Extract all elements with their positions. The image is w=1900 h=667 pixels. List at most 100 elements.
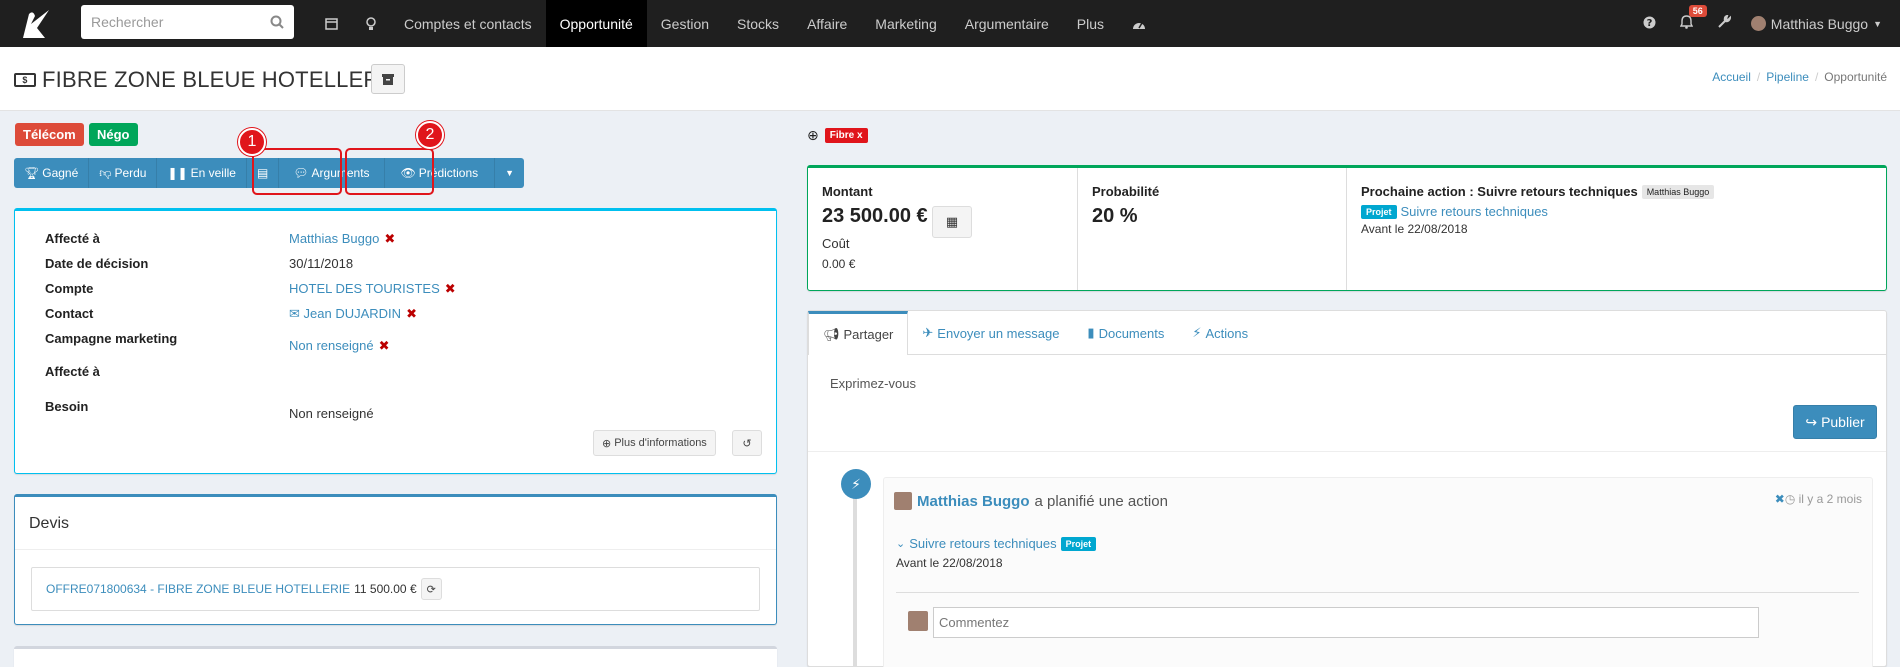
- lightbulb-icon[interactable]: [352, 0, 390, 47]
- affecte-link[interactable]: Matthias Buggo: [289, 231, 379, 246]
- timeline-date: Avant le 22/08/2018: [896, 556, 1003, 570]
- opportunity-title: FIBRE ZONE BLEUE HOTELLERIE: [42, 67, 401, 92]
- page-header: $ FIBRE ZONE BLEUE HOTELLERIE Accueil / Pi…: [0, 47, 1900, 111]
- fibre-tag[interactable]: Fibre x: [824, 128, 868, 143]
- thumbs-down-icon: 👎︎: [99, 165, 112, 180]
- bolt-icon: ⚡︎: [841, 469, 871, 499]
- nav-plus[interactable]: Plus: [1063, 0, 1118, 47]
- nav-opportunite[interactable]: Opportunité: [545, 0, 647, 47]
- montant-label: Montant: [822, 184, 873, 199]
- avatar: [894, 492, 912, 510]
- archive-icon: [382, 73, 394, 85]
- compte-label: Compte: [45, 281, 94, 296]
- envelope-icon: ✉: [289, 306, 300, 321]
- user-menu[interactable]: Matthias Buggo ▼: [1743, 16, 1900, 32]
- history-button[interactable]: ↺: [732, 430, 762, 456]
- probabilite-stat: Probabilité 20 %: [1078, 168, 1347, 290]
- calendar-icon[interactable]: [311, 0, 352, 47]
- devis-link[interactable]: OFFRE071800634 - FIBRE ZONE BLEUE HOTELL…: [46, 582, 350, 596]
- campagne-link[interactable]: Non renseigné: [289, 338, 374, 353]
- affecte2-label: Affecté à: [45, 364, 100, 379]
- lost-button[interactable]: 👎︎ Perdu: [89, 158, 158, 188]
- contact-link[interactable]: ✉ Jean DUJARDIN: [289, 306, 401, 321]
- file-icon: ▮: [1087, 325, 1095, 340]
- timeline-link[interactable]: Suivre retours techniques: [909, 536, 1056, 551]
- dashboard-icon[interactable]: [1118, 0, 1160, 47]
- breadcrumb-accueil[interactable]: Accueil: [1712, 70, 1751, 84]
- tab-partager[interactable]: 📢︎ Partager: [808, 311, 909, 355]
- chevron-down-icon[interactable]: ⌄: [896, 537, 905, 550]
- timeline-action-row: ⌄ Suivre retours techniques Projet: [896, 536, 1097, 551]
- tab-message[interactable]: ✈ Envoyer un message: [908, 311, 1073, 355]
- search-input[interactable]: Rechercher: [81, 5, 294, 39]
- compte-link[interactable]: HOTEL DES TOURISTES: [289, 281, 440, 296]
- won-button[interactable]: 🏆︎ Gagné: [14, 158, 90, 188]
- standby-button[interactable]: ❚❚ En veille: [157, 158, 247, 188]
- caret-down-icon: ▼: [505, 168, 515, 178]
- nav-gestion[interactable]: Gestion: [647, 0, 723, 47]
- next-action-date: Avant le 22/08/2018: [1361, 222, 1468, 236]
- proba-value: 20 %: [1092, 205, 1138, 227]
- stats-box: Montant 23 500.00 € ▦ Coût 0.00 € Probab…: [807, 165, 1887, 291]
- notifications-icon[interactable]: 56: [1668, 5, 1707, 32]
- next-box: [14, 646, 777, 667]
- more-actions-dropdown[interactable]: ▼: [495, 158, 525, 188]
- contact-value: ✉ Jean DUJARDIN ✖: [289, 306, 417, 322]
- calendar-button[interactable]: ▦: [932, 206, 972, 238]
- calendar-icon: ▦: [945, 214, 959, 229]
- remove-icon[interactable]: ✖: [406, 306, 417, 321]
- tab-actions[interactable]: ⚡︎ Actions: [1178, 311, 1262, 355]
- nav-comptes[interactable]: Comptes et contacts: [390, 0, 546, 47]
- remove-icon[interactable]: ✖: [379, 338, 390, 353]
- next-action-user: Matthias Buggo: [1641, 184, 1715, 199]
- share-icon: ↪: [1805, 413, 1818, 430]
- campagne-label: Campagne marketing: [45, 331, 178, 346]
- comment-input[interactable]: Commentez: [933, 607, 1759, 638]
- wrench-icon[interactable]: [1705, 14, 1743, 32]
- archive-button[interactable]: [371, 64, 405, 94]
- campagne-value: Non renseigné ✖: [289, 338, 389, 354]
- projet-badge: Projet: [1361, 204, 1397, 219]
- telecom-tag[interactable]: Télécom: [15, 123, 84, 146]
- refresh-icon: ⟳: [426, 583, 436, 596]
- trophy-icon: 🏆︎: [24, 166, 40, 180]
- bolt-icon: ⚡︎: [1192, 325, 1202, 340]
- more-info-button[interactable]: ⊕ Plus d'informations: [593, 430, 716, 456]
- nav-argumentaire[interactable]: Argumentaire: [951, 0, 1063, 47]
- search-icon[interactable]: [270, 15, 284, 29]
- arguments-highlight: [252, 148, 342, 195]
- remove-icon[interactable]: ✖: [445, 281, 456, 296]
- nego-tag[interactable]: Négo: [89, 123, 138, 146]
- plus-circle-icon: ⊕: [602, 437, 612, 450]
- avatar: [1750, 16, 1766, 31]
- devis-box: Devis OFFRE071800634 - FIBRE ZONE BLEUE …: [14, 494, 777, 625]
- add-tag-icon[interactable]: ⊕: [807, 127, 819, 144]
- paper-plane-icon: ✈: [922, 325, 934, 340]
- avatar: [908, 611, 928, 631]
- close-icon[interactable]: ✖: [1775, 492, 1785, 506]
- svg-text:?: ?: [1646, 18, 1652, 29]
- publish-button[interactable]: ↪ Publier: [1793, 405, 1877, 439]
- help-icon[interactable]: ?: [1631, 16, 1668, 32]
- devis-amount: 11 500.00 €: [354, 582, 417, 596]
- top-navbar: Rechercher Comptes et contacts Opportuni…: [0, 0, 1900, 47]
- remove-icon[interactable]: ✖: [384, 231, 395, 246]
- nav-marketing[interactable]: Marketing: [861, 0, 950, 47]
- next-action-link[interactable]: Suivre retours techniques: [1401, 204, 1548, 219]
- app-logo[interactable]: [0, 0, 70, 47]
- refresh-button[interactable]: ⟳: [420, 578, 442, 600]
- affecte-value: Matthias Buggo ✖: [289, 231, 395, 247]
- share-input[interactable]: Exprimez-vous: [830, 376, 916, 391]
- nav-stocks[interactable]: Stocks: [723, 0, 793, 47]
- breadcrumb-pipeline[interactable]: Pipeline: [1766, 70, 1809, 84]
- timeline-user[interactable]: Matthias Buggo: [917, 493, 1030, 510]
- money-icon: $: [14, 73, 36, 87]
- timeline-line: [853, 479, 857, 667]
- tab-documents[interactable]: ▮ Documents: [1073, 311, 1178, 355]
- nav-affaire[interactable]: Affaire: [793, 0, 861, 47]
- devis-title: Devis: [29, 515, 70, 532]
- date-label: Date de décision: [45, 256, 149, 271]
- bullhorn-icon: 📢︎: [823, 326, 840, 342]
- affecte-label: Affecté à: [45, 231, 100, 246]
- page-title: $ FIBRE ZONE BLEUE HOTELLERIE: [14, 67, 401, 93]
